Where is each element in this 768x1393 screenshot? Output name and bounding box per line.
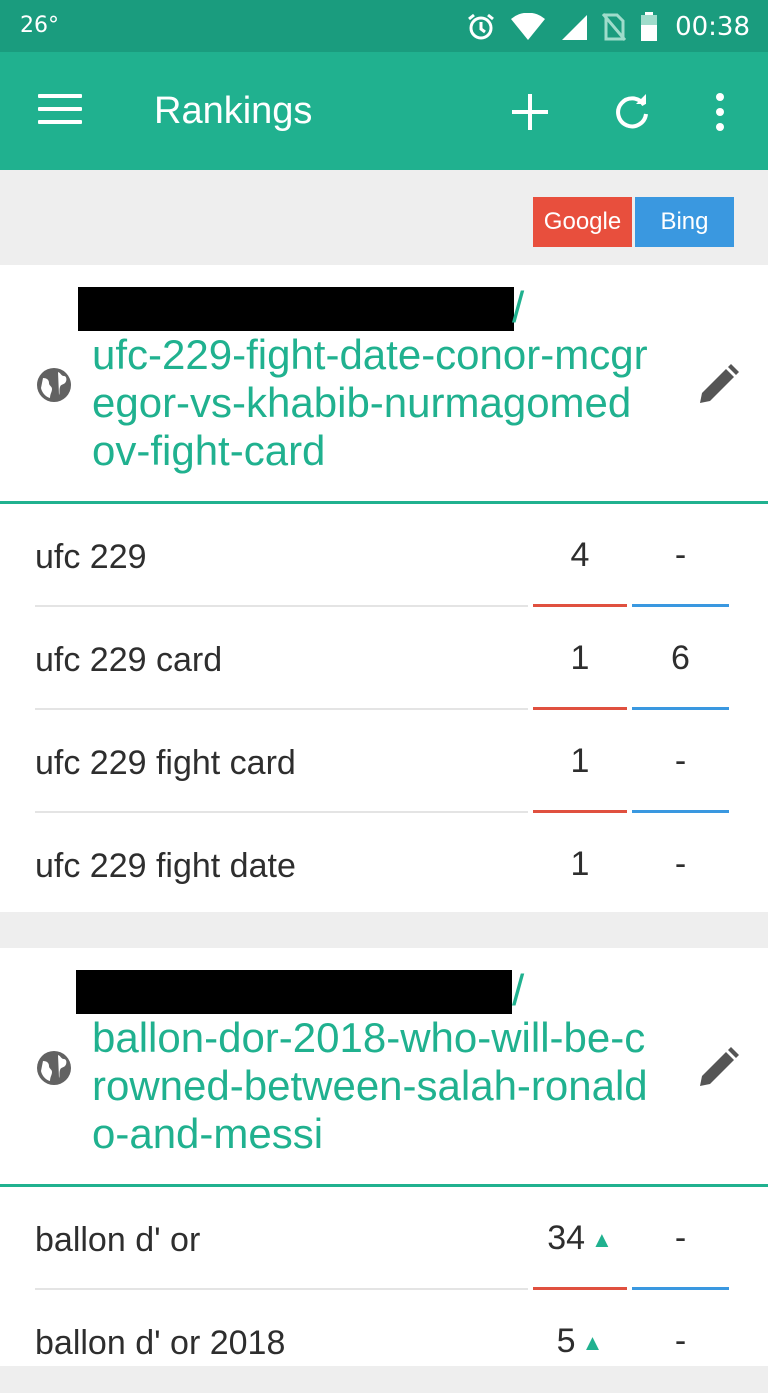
menu-icon[interactable]	[38, 94, 82, 128]
keyword-text: ballon d' or 2018	[35, 1324, 286, 1362]
signal-icon	[560, 13, 588, 41]
bing-rank: -	[674, 845, 687, 883]
more-vert-icon[interactable]	[710, 92, 730, 137]
no-sim-icon	[602, 13, 626, 41]
app-bar: Rankings	[0, 52, 768, 170]
page-card-header: / ufc-229-fight-date-conor-mcgregor-vs-k…	[0, 265, 768, 504]
temperature-text: 26°	[20, 13, 59, 38]
battery-icon	[640, 12, 658, 42]
google-rank: 1	[570, 639, 590, 677]
keyword-text: ufc 229 fight card	[35, 744, 296, 782]
google-rank: 1	[570, 742, 590, 780]
redacted-domain	[78, 287, 514, 331]
bing-badge[interactable]: Bing	[635, 197, 734, 247]
redacted-domain	[76, 970, 512, 1014]
page-card-header: / ballon-dor-2018-who-will-be-crowned-be…	[0, 948, 768, 1187]
page-card: / ufc-229-fight-date-conor-mcgregor-vs-k…	[0, 265, 768, 912]
globe-icon	[34, 1048, 74, 1093]
engine-legend: Google Bing	[0, 170, 768, 265]
keyword-row[interactable]: ufc 229 fight card 1 -	[0, 710, 768, 813]
bing-rank: -	[674, 742, 687, 780]
status-bar: 26° 00:38	[0, 0, 768, 52]
alarm-icon	[466, 12, 496, 42]
google-badge[interactable]: Google	[533, 197, 632, 247]
keyword-row[interactable]: ballon d' or 34 ▲ -	[0, 1187, 768, 1290]
google-rank-cell: 5 ▲	[533, 1322, 627, 1361]
bing-rank: -	[674, 1219, 687, 1257]
google-rank-cell: 34 ▲	[533, 1219, 627, 1258]
google-rank: 1	[570, 845, 590, 883]
url-slash: /	[512, 966, 525, 1015]
google-rank: 34	[547, 1219, 586, 1257]
trend-up-icon: ▲	[581, 1330, 604, 1355]
status-icons	[466, 12, 658, 42]
clock-text: 00:38	[675, 12, 750, 42]
bing-rank: 6	[671, 639, 690, 677]
globe-icon	[34, 365, 74, 410]
page-card: / ballon-dor-2018-who-will-be-crowned-be…	[0, 948, 768, 1366]
bing-rank: -	[674, 1322, 687, 1360]
url-slash: /	[512, 283, 525, 332]
keyword-row[interactable]: ufc 229 card 1 6	[0, 607, 768, 710]
bing-rank: -	[674, 536, 687, 574]
keyword-text: ballon d' or	[35, 1221, 201, 1259]
keyword-text: ufc 229	[35, 538, 147, 576]
page-url[interactable]: ufc-229-fight-date-conor-mcgregor-vs-kha…	[92, 331, 652, 475]
edit-icon[interactable]	[696, 1046, 740, 1095]
refresh-icon[interactable]	[612, 92, 652, 137]
keyword-row[interactable]: ballon d' or 2018 5 ▲ -	[0, 1290, 768, 1393]
wifi-icon	[510, 13, 546, 41]
google-rank: 4	[570, 536, 590, 574]
edit-icon[interactable]	[696, 363, 740, 412]
keyword-row[interactable]: ufc 229 fight date 1 -	[0, 813, 768, 916]
google-rank: 5	[556, 1322, 576, 1360]
add-icon[interactable]	[510, 92, 550, 137]
trend-up-icon: ▲	[591, 1227, 613, 1252]
page-title: Rankings	[154, 90, 313, 132]
keyword-text: ufc 229 fight date	[35, 847, 296, 885]
page-url[interactable]: ballon-dor-2018-who-will-be-crowned-betw…	[92, 1014, 652, 1158]
keyword-text: ufc 229 card	[35, 641, 223, 679]
keyword-row[interactable]: ufc 229 4 -	[0, 504, 768, 607]
